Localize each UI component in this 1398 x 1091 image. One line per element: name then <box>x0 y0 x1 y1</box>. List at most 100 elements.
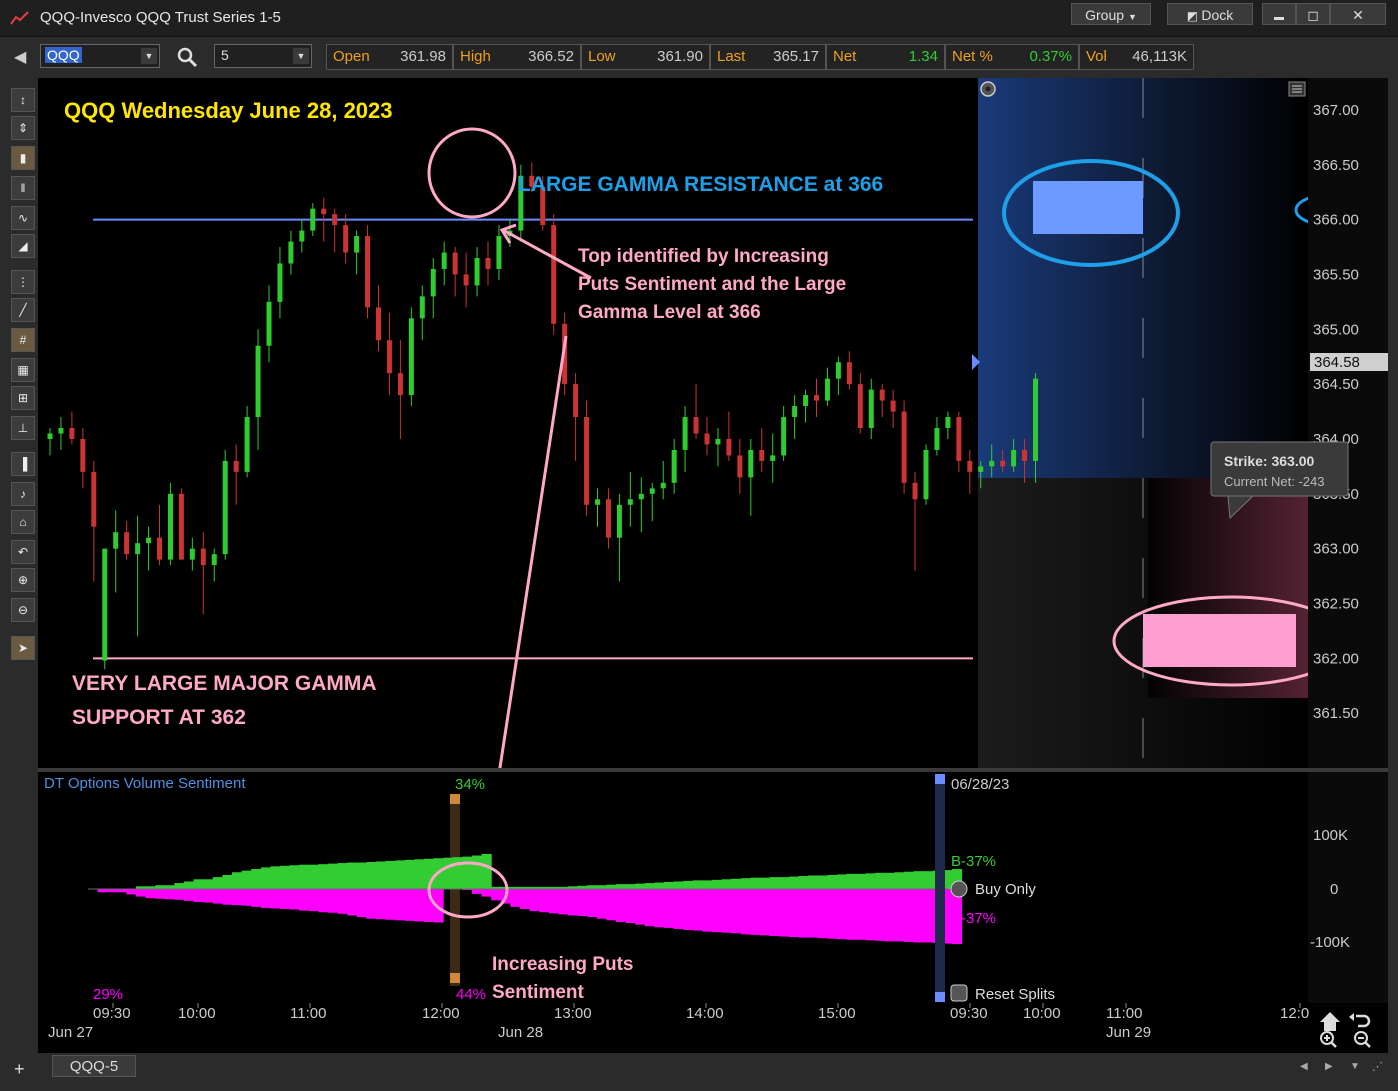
buy-volume-bar <box>232 872 243 889</box>
pan-icon[interactable]: ⇕ <box>11 116 35 140</box>
candle-body <box>671 449 677 483</box>
gamma-support-bar <box>1143 614 1296 667</box>
quote-label: Net <box>833 48 857 65</box>
restore-button[interactable]: ◻ <box>1296 3 1330 25</box>
search-icon[interactable] <box>176 46 198 73</box>
tab-qqq-5[interactable]: QQQ-5 <box>52 1055 136 1077</box>
candle-body <box>912 482 918 500</box>
symbol-input[interactable]: QQQ ▼ <box>40 44 160 68</box>
add-tab-icon[interactable]: + <box>14 1059 25 1080</box>
sell-volume-bar <box>702 889 713 932</box>
sell-volume-bar <box>510 889 521 907</box>
bracket-icon[interactable]: ⊥ <box>11 416 35 440</box>
trend-line-icon[interactable]: ╱ <box>11 298 35 322</box>
close-button[interactable]: ✕ <box>1330 3 1386 25</box>
home-icon[interactable]: ⌂ <box>11 510 35 534</box>
crosshair-icon[interactable]: ↕ <box>11 88 35 112</box>
buy-volume-bar <box>472 855 483 889</box>
sell-volume-bar <box>385 889 396 920</box>
chart-canvas[interactable]: 367.00 366.50 366.00 365.50 365.00 364.50 364.… <box>38 78 1388 1053</box>
ohlc-bar-icon[interactable]: ‖ <box>11 176 35 200</box>
chevron-down-icon[interactable]: ▼ <box>293 48 309 64</box>
scroll-left-icon[interactable]: ◀ <box>1300 1061 1308 1072</box>
zoom-in-icon[interactable]: ⊕ <box>11 568 35 592</box>
buy-volume-bar <box>164 885 175 889</box>
sell-volume-bar <box>846 889 857 940</box>
tab-label: QQQ-5 <box>69 1058 119 1075</box>
candle-body <box>485 258 491 269</box>
buy-volume-bar <box>587 885 598 889</box>
candlestick-icon[interactable]: ▮ <box>11 146 35 170</box>
sell-volume-bar <box>673 889 684 929</box>
chevron-down-icon[interactable]: ▼ <box>141 48 157 64</box>
time-tick-label: 10:00 <box>1023 1005 1061 1022</box>
chevron-down-icon: ▼ <box>1127 12 1137 22</box>
buy-volume-bar <box>376 861 387 889</box>
buy-volume-bar <box>318 864 329 889</box>
sell-volume-bar <box>616 889 627 922</box>
time-tick-label: 09:30 <box>93 1005 131 1022</box>
area-chart-icon[interactable]: ◢ <box>11 234 35 258</box>
chart-area[interactable]: 367.00 366.50 366.00 365.50 365.00 364.50 364.… <box>38 78 1388 1053</box>
sell-volume-bar <box>904 889 915 942</box>
resize-grip-icon[interactable]: ⋰ <box>1372 1060 1383 1073</box>
undo-icon[interactable]: ↶ <box>11 540 35 564</box>
candle-body <box>890 400 896 412</box>
collapse-left-icon[interactable]: ◀ <box>14 47 26 67</box>
table-icon[interactable]: ▦ <box>11 358 35 382</box>
time-tick-label: 15:00 <box>818 1005 856 1022</box>
candle-body <box>770 455 776 461</box>
sell-volume-bar <box>539 889 550 913</box>
candle-body <box>343 225 349 253</box>
candle-body <box>857 384 863 428</box>
dock-label: Dock <box>1201 7 1234 23</box>
buy-only-button[interactable]: Buy Only <box>950 880 1036 898</box>
buy-volume-bar <box>836 874 847 889</box>
note-icon[interactable]: ♪ <box>11 482 35 506</box>
quote-label: Low <box>588 48 616 65</box>
tab-list-icon[interactable]: ▼ <box>1350 1061 1360 1072</box>
candle-body <box>146 537 152 544</box>
zoom-out-icon[interactable]: ⊖ <box>11 598 35 622</box>
panel-divider[interactable] <box>38 768 1388 772</box>
buy-volume-bar <box>865 873 876 889</box>
small-grid-icon[interactable]: ⊞ <box>11 386 35 410</box>
sell-volume-bar <box>596 889 607 919</box>
date-label: Jun 29 <box>1106 1024 1151 1041</box>
grid-icon[interactable]: # <box>11 328 35 352</box>
sell-volume-bar <box>126 889 137 895</box>
group-button[interactable]: Group ▼ <box>1071 3 1151 25</box>
reset-splits-label: Reset Splits <box>975 986 1055 1003</box>
tooltip-current-net: Current Net: -243 <box>1224 474 1324 489</box>
buy-volume-bar <box>443 857 454 889</box>
pointer-icon[interactable]: ➤ <box>11 636 35 660</box>
candle-body <box>474 258 480 286</box>
scroll-right-icon[interactable]: ▶ <box>1325 1061 1333 1072</box>
buy-only-label: Buy Only <box>975 881 1036 898</box>
minimize-icon: ▬ <box>1274 12 1284 23</box>
candle-body <box>113 532 119 549</box>
price-tick-label: 365.00 <box>1313 321 1359 338</box>
sell-volume-bar <box>289 889 300 910</box>
buy-volume-bar <box>395 860 406 889</box>
vertical-line-icon[interactable]: ⋮ <box>11 270 35 294</box>
menu-icon[interactable] <box>1288 81 1306 97</box>
reset-splits-button[interactable]: Reset Splits <box>950 984 1055 1003</box>
sell-volume-bar <box>731 889 742 934</box>
candle-body <box>901 411 907 483</box>
dock-button[interactable]: ◩ Dock <box>1167 3 1253 25</box>
gear-icon[interactable] <box>980 81 996 97</box>
candle-body <box>452 252 458 275</box>
interval-select[interactable]: 5 ▼ <box>214 44 312 68</box>
zoom-fit-icon[interactable]: ▐ <box>11 452 35 476</box>
minimize-button[interactable]: ▬ <box>1262 3 1296 25</box>
buy-volume-bar <box>673 881 684 889</box>
buy-volume-bar <box>481 853 492 889</box>
sell-volume-bar <box>836 889 847 940</box>
quote-value: 361.98 <box>400 48 446 65</box>
buy-volume-bar <box>788 876 799 889</box>
line-chart-icon[interactable]: ∿ <box>11 206 35 230</box>
buy-volume-bar <box>625 884 636 889</box>
buy-volume-bar <box>174 883 185 889</box>
price-tick-label: 362.50 <box>1313 595 1359 612</box>
